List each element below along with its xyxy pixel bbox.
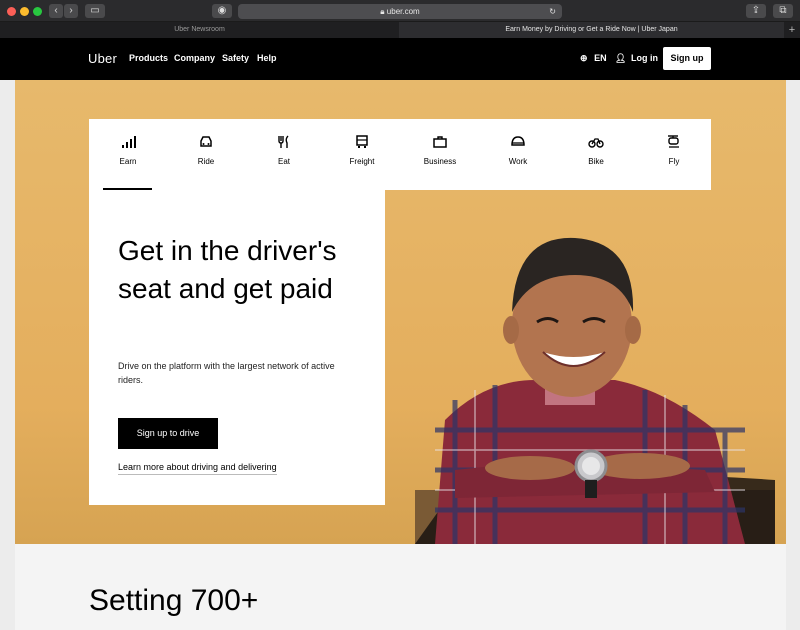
lock-icon: 🔒︎	[380, 7, 385, 16]
tab-business[interactable]: Business	[401, 119, 479, 190]
utensils-icon	[278, 135, 289, 148]
forward-button[interactable]: ›	[64, 4, 78, 18]
minimize-window-button[interactable]	[20, 7, 29, 16]
car-icon	[200, 136, 212, 147]
truck-icon	[356, 135, 368, 148]
sidebar-icon[interactable]: ▭	[85, 4, 105, 18]
user-icon: 👤︎	[615, 53, 627, 63]
language-label: EN	[594, 53, 607, 63]
nav-company[interactable]: Company	[174, 53, 215, 63]
login-label: Log in	[630, 53, 658, 63]
tab-label: Eat	[277, 157, 290, 166]
signup-to-drive-button[interactable]: Sign up to drive	[118, 418, 218, 449]
tab-strip: Uber Newsroom Earn Money by Driving or G…	[0, 22, 800, 38]
tab-fly[interactable]: Fly	[635, 119, 713, 190]
back-button[interactable]: ‹	[49, 4, 63, 18]
hero-title: Get in the driver's seat and get paid	[118, 235, 337, 304]
stats-section: Setting 700+	[15, 544, 786, 630]
tab-bike[interactable]: Bike	[557, 119, 635, 190]
signup-button[interactable]: Sign up	[663, 47, 711, 70]
tab-newsroom[interactable]: Uber Newsroom	[0, 22, 399, 38]
tab-label: Bike	[588, 157, 604, 166]
tab-label: Business	[423, 157, 457, 166]
address-bar[interactable]: 🔒︎ uber.com ↻	[238, 4, 562, 19]
tab-label: Work	[508, 157, 528, 166]
share-icon[interactable]: ⇪	[746, 4, 766, 18]
learn-more-link[interactable]: Learn more about driving and delivering	[118, 462, 277, 475]
tabs-overview-icon[interactable]: ⧉	[773, 4, 793, 18]
tab-uber-japan[interactable]: Earn Money by Driving or Get a Ride Now …	[399, 22, 784, 38]
reload-icon[interactable]: ↻	[549, 4, 556, 19]
hero-description: Drive on the platform with the largest n…	[118, 361, 335, 385]
nav-products[interactable]: Products	[129, 53, 168, 63]
driver-photo	[415, 237, 775, 544]
nav-help[interactable]: Help	[257, 53, 277, 63]
tab-work[interactable]: Work	[479, 119, 557, 190]
tab-earn[interactable]: Earn	[89, 119, 167, 190]
section-title: Setting 700+	[89, 584, 259, 617]
globe-icon: ⊕	[580, 53, 588, 63]
tab-eat[interactable]: Eat	[245, 119, 323, 190]
new-tab-button[interactable]: +	[784, 22, 800, 38]
address-text: uber.com	[386, 7, 420, 16]
privacy-icon[interactable]: ◉	[212, 4, 232, 18]
tab-label: Freight	[349, 157, 375, 166]
tab-ride[interactable]: Ride	[167, 119, 245, 190]
tab-label: Fly	[668, 157, 680, 166]
bike-icon	[588, 138, 604, 148]
hero-card: Get in the driver's seat and get paid Dr…	[89, 190, 385, 505]
service-tabs: Earn Ride Eat Freight Business Work Bike Fly	[89, 119, 711, 190]
zoom-window-button[interactable]	[33, 7, 42, 16]
language-selector[interactable]: ⊕ EN	[580, 53, 607, 64]
bars-icon	[122, 136, 136, 148]
tab-label: Earn	[119, 157, 137, 166]
login-link[interactable]: 👤︎ Log in	[615, 53, 658, 64]
site-header: Uber Products Company Safety Help ⊕ EN 👤…	[0, 38, 800, 80]
tab-freight[interactable]: Freight	[323, 119, 401, 190]
briefcase-icon	[433, 136, 447, 148]
close-window-button[interactable]	[7, 7, 16, 16]
uber-logo[interactable]: Uber	[88, 51, 117, 66]
helicopter-icon	[668, 135, 679, 148]
tab-label: Uber Newsroom	[174, 26, 225, 33]
helmet-icon	[511, 136, 525, 146]
browser-toolbar: ‹ › ▭ ◉ 🔒︎ uber.com ↻ ⇪ ⧉	[0, 0, 800, 22]
tab-label: Earn Money by Driving or Get a Ride Now …	[505, 26, 678, 33]
nav-safety[interactable]: Safety	[222, 53, 249, 63]
tab-label: Ride	[197, 157, 215, 166]
